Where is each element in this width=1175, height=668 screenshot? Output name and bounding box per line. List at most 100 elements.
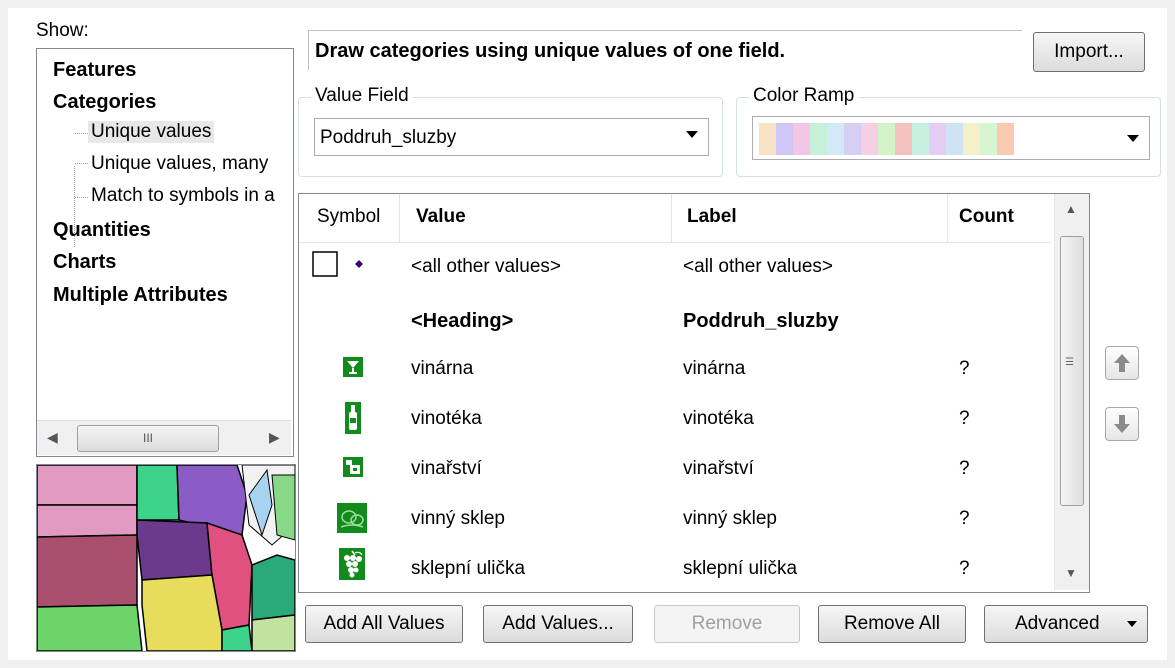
tree-horizontal-scrollbar[interactable]: ◀ III ▶ bbox=[37, 420, 291, 455]
color-ramp-swatch bbox=[963, 123, 980, 155]
advanced-button[interactable]: Advanced bbox=[984, 605, 1148, 643]
table-row[interactable]: <all other values> <all other values> bbox=[299, 242, 1051, 292]
import-button[interactable]: Import... bbox=[1033, 32, 1145, 72]
all-other-symbol[interactable] bbox=[311, 250, 375, 284]
color-ramp-swatch bbox=[810, 123, 827, 155]
color-ramp-swatch bbox=[776, 123, 793, 155]
map-preview bbox=[36, 464, 296, 652]
remove-all-button[interactable]: Remove All bbox=[818, 605, 966, 643]
add-all-values-button[interactable]: Add All Values bbox=[305, 605, 463, 643]
header-value[interactable]: Value bbox=[416, 206, 466, 228]
table-row[interactable]: vinárna vinárna ? bbox=[299, 344, 1051, 394]
tree-item-quantities[interactable]: Quantities bbox=[53, 219, 151, 242]
grape-cluster-icon[interactable] bbox=[339, 548, 365, 586]
winery-icon[interactable] bbox=[343, 457, 363, 483]
color-ramp-swatch bbox=[997, 123, 1014, 155]
cell-value[interactable]: <Heading> bbox=[411, 310, 513, 333]
color-ramp-swatch bbox=[793, 123, 810, 155]
scroll-left-icon[interactable]: ◀ bbox=[47, 429, 58, 446]
color-ramp-swatch bbox=[929, 123, 946, 155]
wine-bottle-icon[interactable] bbox=[345, 402, 361, 440]
cell-label[interactable]: vinný sklep bbox=[683, 508, 777, 530]
advanced-label: Advanced bbox=[1015, 613, 1100, 634]
color-ramp-swatch bbox=[827, 123, 844, 155]
cell-label[interactable]: vinotéka bbox=[683, 408, 754, 430]
color-ramp-swatch bbox=[946, 123, 963, 155]
scrollbar-thumb[interactable]: III bbox=[77, 425, 219, 452]
table-vertical-scrollbar[interactable]: ▲ ☰ ▼ bbox=[1054, 194, 1089, 590]
cell-value[interactable]: <all other values> bbox=[411, 256, 561, 278]
scroll-down-icon[interactable]: ▼ bbox=[1065, 566, 1077, 580]
show-tree[interactable]: Features Categories Unique values Unique… bbox=[36, 48, 294, 457]
cell-count: ? bbox=[959, 358, 970, 379]
cell-label[interactable]: sklepní ulička bbox=[683, 558, 797, 580]
move-up-button[interactable] bbox=[1105, 346, 1139, 380]
color-ramp-swatch bbox=[878, 123, 895, 155]
show-label: Show: bbox=[36, 20, 89, 41]
color-ramp-swatch bbox=[980, 123, 997, 155]
scroll-up-icon[interactable]: ▲ bbox=[1065, 202, 1077, 216]
tree-connector-h bbox=[75, 163, 88, 164]
column-divider[interactable] bbox=[947, 194, 948, 242]
table-header: Symbol Value Label Count bbox=[299, 194, 1051, 243]
cell-label[interactable]: Poddruh_sluzby bbox=[683, 310, 839, 333]
value-field-group: Value Field Poddruh_sluzby bbox=[298, 85, 723, 177]
cell-count: ? bbox=[959, 458, 970, 479]
add-values-button[interactable]: Add Values... bbox=[483, 605, 633, 643]
tree-item-charts[interactable]: Charts bbox=[53, 251, 116, 274]
scrollbar-thumb[interactable] bbox=[1060, 236, 1084, 506]
cell-label[interactable]: vinárna bbox=[683, 358, 745, 380]
table-row[interactable]: sklepní ulička sklepní ulička ? bbox=[299, 544, 1051, 592]
chevron-down-icon[interactable] bbox=[686, 131, 698, 138]
table-row[interactable]: vinný sklep vinný sklep ? bbox=[299, 494, 1051, 544]
cell-count: ? bbox=[959, 558, 970, 579]
map-preview-image bbox=[37, 465, 295, 651]
values-table[interactable]: Symbol Value Label Count <all other valu… bbox=[298, 193, 1090, 593]
header-symbol[interactable]: Symbol bbox=[317, 206, 380, 228]
cell-value[interactable]: vinný sklep bbox=[411, 508, 505, 530]
column-divider[interactable] bbox=[399, 194, 400, 242]
cocktail-icon[interactable] bbox=[343, 357, 363, 383]
color-ramp-swatches bbox=[759, 123, 1014, 155]
cell-count: ? bbox=[959, 508, 970, 529]
tree-item-unique-values[interactable]: Unique values bbox=[88, 121, 215, 143]
cell-value[interactable]: sklepní ulička bbox=[411, 558, 525, 580]
cell-label[interactable]: vinařství bbox=[683, 458, 754, 480]
header-label[interactable]: Label bbox=[687, 206, 737, 228]
value-field-legend: Value Field bbox=[311, 85, 413, 107]
color-ramp-swatch bbox=[912, 123, 929, 155]
color-ramp-dropdown[interactable] bbox=[752, 116, 1150, 160]
color-ramp-legend: Color Ramp bbox=[749, 85, 859, 107]
wine-cellar-icon[interactable] bbox=[337, 503, 367, 539]
cell-value[interactable]: vinotéka bbox=[411, 408, 482, 430]
tree-item-categories[interactable]: Categories bbox=[53, 91, 156, 114]
tree-item-features[interactable]: Features bbox=[53, 59, 136, 82]
scroll-right-icon[interactable]: ▶ bbox=[269, 429, 280, 446]
table-row-heading[interactable]: <Heading> Poddruh_sluzby bbox=[299, 296, 1051, 346]
chevron-down-icon bbox=[1127, 621, 1137, 627]
scroll-grip-icon: ☰ bbox=[1065, 357, 1074, 368]
tree-item-unique-values-many[interactable]: Unique values, many bbox=[91, 153, 268, 175]
value-field-dropdown[interactable]: Poddruh_sluzby bbox=[314, 118, 709, 156]
cell-value[interactable]: vinárna bbox=[411, 358, 473, 380]
tree-item-multiple-attributes[interactable]: Multiple Attributes bbox=[53, 284, 228, 307]
column-divider[interactable] bbox=[671, 194, 672, 242]
color-ramp-swatch bbox=[759, 123, 776, 155]
tree-item-match-to-symbols[interactable]: Match to symbols in a bbox=[91, 185, 275, 207]
tree-connector-h bbox=[75, 197, 88, 198]
color-ramp-swatch bbox=[844, 123, 861, 155]
color-ramp-swatch bbox=[861, 123, 878, 155]
remove-button[interactable]: Remove bbox=[654, 605, 800, 643]
cell-value[interactable]: vinařství bbox=[411, 458, 482, 480]
cell-label[interactable]: <all other values> bbox=[683, 256, 833, 278]
move-down-button[interactable] bbox=[1105, 407, 1139, 441]
chevron-down-icon[interactable] bbox=[1127, 135, 1139, 142]
cell-count: ? bbox=[959, 408, 970, 429]
color-ramp-swatch bbox=[895, 123, 912, 155]
arrow-down-icon bbox=[1114, 415, 1130, 433]
table-row[interactable]: vinařství vinařství ? bbox=[299, 444, 1051, 494]
table-row[interactable]: vinotéka vinotéka ? bbox=[299, 394, 1051, 444]
arrow-up-icon bbox=[1114, 354, 1130, 372]
header-count[interactable]: Count bbox=[959, 206, 1014, 228]
color-ramp-group: Color Ramp bbox=[736, 85, 1161, 177]
